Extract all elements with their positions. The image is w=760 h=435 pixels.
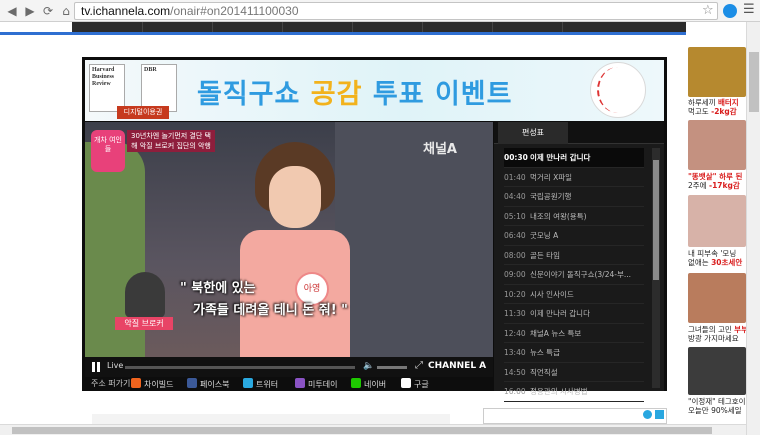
ad-text[interactable]: "이정재" 테그호이 오늘만 90%세일 bbox=[688, 397, 746, 415]
menu-icon[interactable]: ☰ bbox=[743, 3, 756, 17]
bottom-ad-banner[interactable] bbox=[483, 408, 667, 424]
adchoices-icon[interactable] bbox=[643, 410, 652, 419]
video-screen[interactable]: 개차 여인들 30년차엔 놀기먼저 결단 택해 악질 브로커 집단의 악행 채널… bbox=[85, 122, 493, 357]
ad-image[interactable] bbox=[688, 195, 746, 247]
reload-icon[interactable]: ⟳ bbox=[40, 3, 56, 19]
baseball-icon bbox=[590, 62, 646, 118]
ad-image[interactable] bbox=[688, 347, 746, 395]
ad-image[interactable] bbox=[688, 47, 746, 97]
schedule-row[interactable]: 12:40 채널A 뉴스 특보 bbox=[504, 324, 644, 343]
page-vertical-scrollbar[interactable] bbox=[746, 22, 760, 435]
subtitle-line-2: 가족들 데려올 테니 돈 줘! " bbox=[193, 303, 348, 318]
back-arrow-icon[interactable]: ◀ bbox=[4, 3, 20, 19]
schedule-row[interactable]: 14:50 직언직설 bbox=[504, 363, 644, 382]
nav-divider bbox=[0, 32, 686, 35]
schedule-row[interactable]: 09:00 신문이야기 돌직구쇼(3/24-부... bbox=[504, 265, 644, 285]
page-horizontal-scrollbar[interactable] bbox=[0, 424, 746, 435]
share-bar: 주소 퍼가기 차이빌드 페이스북 트위터 미투데이 네이버 구글 bbox=[85, 377, 493, 391]
schedule-row[interactable]: 11:30 이제 만나러 갑니다 bbox=[504, 304, 644, 324]
seek-bar[interactable] bbox=[125, 366, 355, 369]
share-me2day[interactable]: 미투데이 bbox=[295, 378, 337, 390]
schedule-row[interactable]: 16:00 정용관의 시사병법 bbox=[504, 382, 644, 402]
chaibuild-icon bbox=[131, 378, 141, 388]
subtitle-line-1: " 북한에 있는 bbox=[180, 281, 256, 296]
ad-image[interactable] bbox=[688, 120, 746, 170]
ad-text[interactable]: "똥뱃살" 하루 된 2주에 -17kg감 bbox=[688, 172, 746, 190]
share-google[interactable]: 구글 bbox=[401, 378, 429, 390]
schedule-row[interactable]: 08:00 골든 타임 bbox=[504, 246, 644, 265]
banner-title: 돌직구쇼 공감 투표 이벤트 bbox=[197, 79, 513, 110]
player-controls: Live 🔈 ⤢ CHANNEL A bbox=[85, 357, 493, 377]
ad-image[interactable] bbox=[688, 273, 746, 323]
site-menu-bar[interactable] bbox=[72, 22, 686, 32]
silhouette-icon bbox=[125, 272, 165, 318]
schedule-row[interactable]: 00:30 이제 만나러 갑니다 bbox=[504, 148, 644, 168]
site-nav-strip bbox=[0, 22, 686, 35]
silhouette-label: 악질 브로커 bbox=[115, 317, 173, 330]
share-label: 주소 퍼가기 bbox=[91, 379, 131, 388]
bookmark-star-icon[interactable]: ☆ bbox=[702, 3, 714, 18]
schedule-row[interactable]: 01:40 먹거리 X파일 bbox=[504, 168, 644, 187]
share-naver[interactable]: 네이버 bbox=[351, 378, 386, 390]
schedule-list: 00:30 이제 만나러 갑니다 01:40 먹거리 X파일 04:40 국립공원기행… bbox=[504, 148, 644, 402]
me2day-icon bbox=[295, 378, 305, 388]
volume-icon[interactable]: 🔈 bbox=[363, 361, 374, 371]
ad-column: 하루세끼 배터지 먹고도 -2kg감 "똥뱃살" 하루 된 2주에 -17kg감 내… bbox=[688, 45, 746, 424]
facebook-icon bbox=[187, 378, 197, 388]
ad-text[interactable]: 하루세끼 배터지 먹고도 -2kg감 bbox=[688, 98, 746, 116]
topic-caption: 30년차엔 놀기먼저 결단 택해 악질 브로커 집단의 악행 bbox=[127, 130, 215, 152]
url-host: tv.ichannela.com bbox=[81, 4, 171, 18]
naver-icon bbox=[351, 378, 361, 388]
twitter-icon bbox=[243, 378, 253, 388]
share-facebook[interactable]: 페이스북 bbox=[187, 378, 229, 390]
extension-icon[interactable] bbox=[723, 4, 737, 18]
pause-icon[interactable] bbox=[91, 362, 101, 372]
volume-slider[interactable] bbox=[377, 366, 407, 369]
ad-text[interactable]: 내 피부속 '모닝 없애는 30초세안 bbox=[688, 249, 746, 267]
schedule-row[interactable]: 10:20 시사 인사이드 bbox=[504, 285, 644, 304]
url-path: /onair#on201411100030 bbox=[170, 4, 299, 18]
schedule-scrollbar[interactable] bbox=[652, 148, 660, 388]
share-chaibuild[interactable]: 차이빌드 bbox=[131, 378, 173, 390]
address-bar[interactable]: tv.ichannela.com/onair#on201411100030 bbox=[74, 2, 718, 20]
forward-arrow-icon[interactable]: ▶ bbox=[22, 3, 38, 19]
program-logo: 개차 여인들 bbox=[91, 130, 125, 172]
live-player: Harvard Business Review DBR 디지털이용권 돌직구쇼 … bbox=[82, 57, 667, 402]
speaker: 아영 bbox=[235, 142, 355, 357]
event-banner[interactable]: Harvard Business Review DBR 디지털이용권 돌직구쇼 … bbox=[85, 60, 664, 121]
schedule-row[interactable]: 06:40 굿모닝 A bbox=[504, 226, 644, 246]
digital-pass-badge: 디지털이용권 bbox=[117, 106, 169, 119]
channel-brand: CHANNEL A bbox=[428, 361, 487, 371]
share-twitter[interactable]: 트위터 bbox=[243, 378, 278, 390]
magazine-cover-hbr: Harvard Business Review bbox=[89, 64, 125, 112]
google-icon bbox=[401, 378, 411, 388]
channel-watermark: 채널A bbox=[423, 142, 457, 157]
magazine-cover-dbr: DBR bbox=[141, 64, 177, 112]
live-label: Live bbox=[107, 361, 124, 370]
ad-text[interactable]: 그녀들의 고민 부부 방광 가지마세요 bbox=[688, 325, 746, 343]
browser-toolbar: ◀ ▶ ⟳ ⌂ tv.ichannela.com/onair#on2014111… bbox=[0, 0, 760, 22]
home-icon[interactable]: ⌂ bbox=[58, 3, 74, 19]
schedule-panel: 편성표 00:30 이제 만나러 갑니다 01:40 먹거리 X파일 04:40 국립… bbox=[494, 122, 664, 402]
fullscreen-icon[interactable]: ⤢ bbox=[415, 360, 423, 371]
schedule-row[interactable]: 05:10 내조의 여왕(용특) bbox=[504, 207, 644, 226]
schedule-row[interactable]: 13:40 뉴스 특급 bbox=[504, 343, 644, 363]
content-box bbox=[92, 414, 450, 424]
close-icon[interactable] bbox=[655, 410, 664, 419]
tab-schedule[interactable]: 편성표 bbox=[498, 122, 568, 144]
schedule-row[interactable]: 04:40 국립공원기행 bbox=[504, 187, 644, 207]
